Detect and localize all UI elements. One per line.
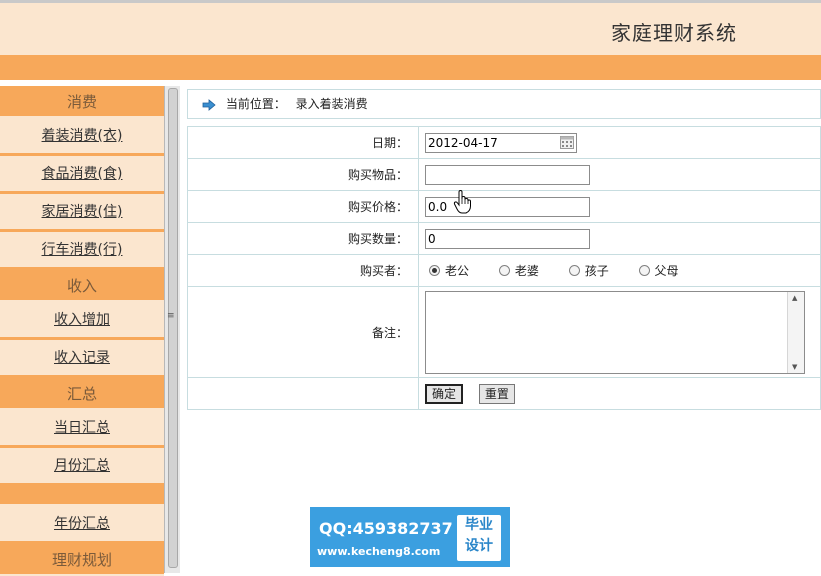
- sidebar-item-income-records[interactable]: 收入记录: [0, 340, 164, 378]
- watermark-url: www.kecheng8.com: [317, 545, 441, 558]
- splitter-handle[interactable]: [168, 88, 178, 568]
- sidebar-link-daily-summary[interactable]: 当日汇总: [54, 420, 110, 436]
- watermark-banner: QQ:459382737 www.kecheng8.com 毕业 设计: [310, 507, 510, 567]
- expense-form: 日期： 购买物品：: [187, 126, 821, 410]
- radio-child[interactable]: [568, 265, 580, 276]
- grip-icon: ≡: [167, 311, 175, 321]
- sidebar-link-income-add[interactable]: 收入增加: [54, 312, 110, 328]
- notes-textarea[interactable]: ▲ ▼: [425, 290, 805, 374]
- buyer-option-wife[interactable]: 老婆: [498, 262, 539, 279]
- buyer-option-husband[interactable]: 老公: [429, 262, 469, 279]
- sidebar-link-income-records[interactable]: 收入记录: [54, 350, 110, 366]
- quantity-field[interactable]: [425, 228, 590, 249]
- sidebar-item-daily-summary[interactable]: 当日汇总: [0, 410, 164, 448]
- watermark-qq: QQ:459382737: [319, 519, 453, 538]
- sidebar-section-planning[interactable]: 理财规划: [0, 544, 164, 576]
- breadcrumb-page: 录入着装消费: [295, 97, 368, 111]
- radio-husband[interactable]: [429, 265, 440, 276]
- frame-splitter[interactable]: ≡: [164, 86, 180, 573]
- submit-button[interactable]: 确定: [425, 383, 464, 404]
- radio-wife[interactable]: [498, 265, 510, 276]
- sidebar-section-summary: 汇总: [0, 378, 164, 410]
- sidebar-item-driving[interactable]: 行车消费(行): [0, 232, 164, 270]
- form-row-date: 日期：: [187, 126, 821, 159]
- sidebar-link-yearly-summary[interactable]: 年份汇总: [54, 516, 110, 532]
- reset-button[interactable]: 重置: [478, 383, 515, 404]
- calendar-icon[interactable]: [560, 135, 574, 149]
- main-content: 当前位置： 录入着装消费 日期： 2012-04-17 购买物品： 购买价格： …: [180, 86, 821, 573]
- sidebar-divider: [0, 486, 164, 506]
- form-row-actions: 确定 重置: [187, 377, 821, 410]
- form-row-buyer: 购买者： 老公 老婆 孩子 父母: [187, 254, 821, 287]
- buyer-option-parents[interactable]: 父母: [638, 262, 679, 279]
- sidebar-link-monthly-summary[interactable]: 月份汇总: [54, 458, 110, 474]
- breadcrumb-prefix: 当前位置：: [225, 97, 286, 111]
- date-label: 日期：: [187, 126, 419, 159]
- item-label: 购买物品：: [187, 158, 419, 191]
- notes-scrollbar[interactable]: ▲ ▼: [787, 291, 804, 373]
- sidebar-item-monthly-summary[interactable]: 月份汇总: [0, 448, 164, 486]
- sidebar-section-consumption: 消费: [0, 86, 164, 118]
- sidebar-item-income-add[interactable]: 收入增加: [0, 302, 164, 340]
- sidebar-section-income: 收入: [0, 270, 164, 302]
- breadcrumb: 当前位置： 录入着装消费: [187, 89, 821, 119]
- sidebar-item-clothing[interactable]: 着装消费(衣): [0, 118, 164, 156]
- header-bar: [0, 55, 821, 80]
- scroll-up-icon[interactable]: ▲: [792, 294, 797, 302]
- form-row-notes: 备注： ▲ ▼: [187, 286, 821, 378]
- price-field[interactable]: [425, 196, 590, 217]
- buyer-option-child[interactable]: 孩子: [568, 262, 609, 279]
- sidebar: 消费 着装消费(衣) 食品消费(食) 家居消费(住) 行车消费(行) 收入 收入…: [0, 86, 164, 576]
- sidebar-item-yearly-summary[interactable]: 年份汇总: [0, 506, 164, 544]
- price-label: 购买价格：: [187, 190, 419, 223]
- date-field-wrapper[interactable]: [425, 132, 577, 153]
- sidebar-link-clothing[interactable]: 着装消费(衣): [42, 128, 123, 144]
- buyer-radio-group: 老公 老婆 孩子 父母: [418, 254, 821, 287]
- sidebar-item-housing[interactable]: 家居消费(住): [0, 194, 164, 232]
- item-field[interactable]: [425, 164, 590, 185]
- hand-cursor-icon: [453, 190, 471, 214]
- sidebar-item-food[interactable]: 食品消费(食): [0, 156, 164, 194]
- scroll-down-icon[interactable]: ▼: [792, 363, 797, 371]
- quantity-label: 购买数量：: [187, 222, 419, 255]
- form-row-quantity: 购买数量：: [187, 222, 821, 255]
- sidebar-link-food[interactable]: 食品消费(食): [42, 166, 123, 182]
- radio-parents[interactable]: [638, 265, 650, 276]
- app-header: 家庭理财系统: [0, 0, 821, 55]
- arrow-right-icon: [202, 98, 216, 111]
- sidebar-link-driving[interactable]: 行车消费(行): [42, 242, 123, 258]
- sidebar-link-housing[interactable]: 家居消费(住): [42, 204, 123, 220]
- form-row-price: 购买价格：: [187, 190, 821, 223]
- buyer-label: 购买者：: [187, 254, 419, 287]
- watermark-badge: 毕业 设计: [457, 515, 501, 561]
- date-field[interactable]: [425, 132, 577, 153]
- notes-label: 备注：: [187, 286, 419, 378]
- form-row-item: 购买物品：: [187, 158, 821, 191]
- app-title: 家庭理财系统: [611, 21, 737, 45]
